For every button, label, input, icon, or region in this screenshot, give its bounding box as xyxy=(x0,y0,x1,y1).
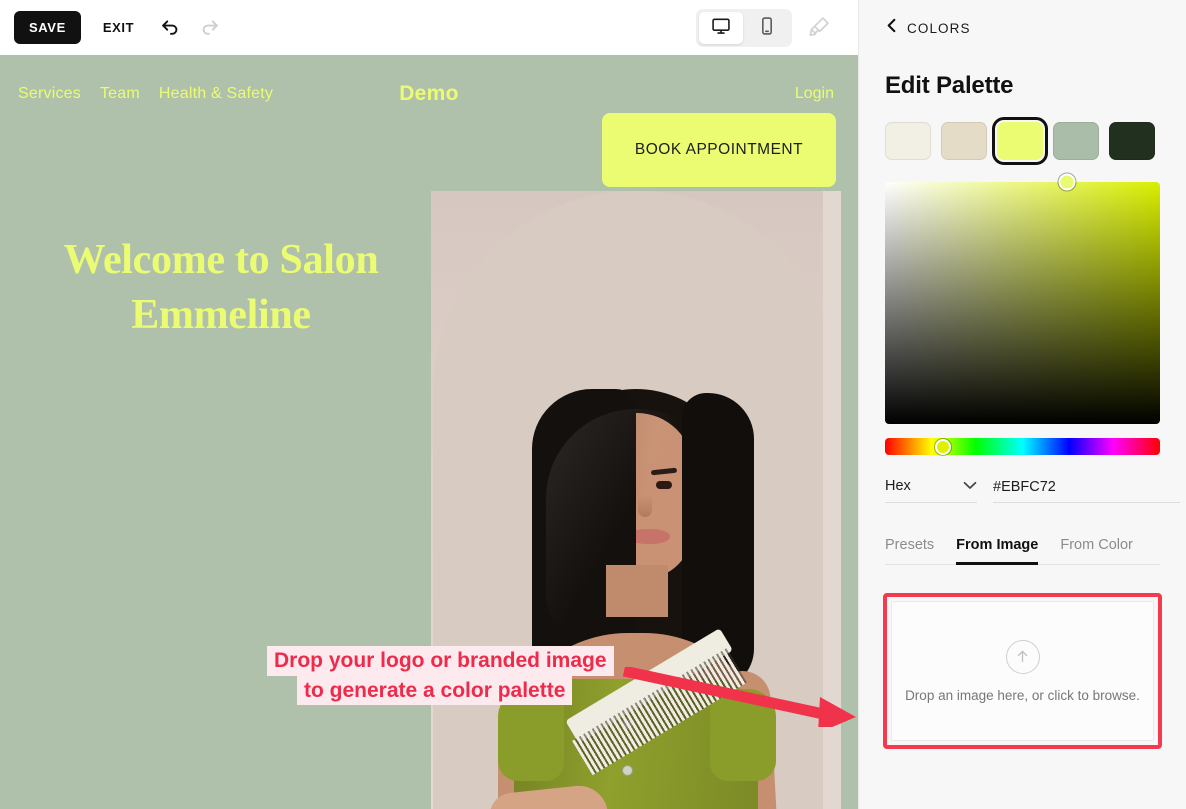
book-appointment-button[interactable]: BOOK APPOINTMENT xyxy=(602,113,836,187)
swatch-yellow-green[interactable] xyxy=(992,117,1048,165)
mobile-view-button[interactable] xyxy=(745,12,789,44)
dropzone-highlight: Drop an image here, or click to browse. xyxy=(883,593,1162,749)
nav-link-services[interactable]: Services xyxy=(18,85,81,103)
tab-from-color[interactable]: From Color xyxy=(1060,537,1133,564)
editor-toolbar: SAVE EXIT xyxy=(0,0,858,55)
tab-from-image[interactable]: From Image xyxy=(956,537,1039,565)
panel-back-label: COLORS xyxy=(907,20,971,36)
site-nav-right: Login xyxy=(795,85,840,103)
color-format-select[interactable]: Hex xyxy=(885,477,977,503)
red-arrow-icon xyxy=(622,667,856,727)
upload-arrow-icon xyxy=(1005,639,1040,674)
hue-slider-handle[interactable] xyxy=(934,438,951,455)
color-format-label: Hex xyxy=(885,478,911,494)
model-figure xyxy=(448,389,786,809)
exit-button[interactable]: EXIT xyxy=(89,11,148,44)
site-preview: Services Team Health & Safety Demo Login… xyxy=(0,55,858,809)
undo-arrow-icon xyxy=(159,15,181,40)
redo-arrow-icon xyxy=(199,15,221,40)
sv-picker-handle[interactable] xyxy=(1058,173,1075,191)
tab-presets[interactable]: Presets xyxy=(885,537,934,564)
chevron-left-icon xyxy=(885,18,898,38)
annotation-callout: Drop your logo or branded image to gener… xyxy=(267,646,614,706)
panel-back-button[interactable]: COLORS xyxy=(859,0,1186,38)
desktop-monitor-icon xyxy=(711,16,731,39)
hex-value-input[interactable] xyxy=(993,479,1180,503)
login-link[interactable]: Login xyxy=(795,85,834,103)
device-toggle-group xyxy=(696,8,792,47)
annotation-line-2: to generate a color palette xyxy=(297,675,573,706)
save-button[interactable]: SAVE xyxy=(14,11,81,44)
desktop-view-button[interactable] xyxy=(699,11,743,44)
app-root: SAVE EXIT Services Team Health & Safety … xyxy=(0,0,1186,809)
colors-panel: COLORS Edit Palette Hex #EBFC72 Presets … xyxy=(858,0,1186,809)
swatch-cream[interactable] xyxy=(885,122,931,160)
palette-source-tabs: Presets From Image From Color xyxy=(885,537,1160,565)
site-nav-links: Services Team Health & Safety xyxy=(18,85,273,103)
color-format-row: Hex xyxy=(859,455,1186,503)
swatch-dark-green[interactable] xyxy=(1109,122,1155,160)
swatch-sage[interactable] xyxy=(1053,122,1099,160)
toolbar-right-group xyxy=(696,8,844,47)
editor-area: SAVE EXIT Services Team Health & Safety … xyxy=(0,0,858,809)
dropzone-label: Drop an image here, or click to browse. xyxy=(905,687,1140,703)
panel-title: Edit Palette xyxy=(885,72,1014,99)
nav-link-team[interactable]: Team xyxy=(100,85,140,103)
hero-heading: Welcome to Salon Emmeline xyxy=(63,237,379,339)
dress-button xyxy=(622,765,633,776)
redo-button[interactable] xyxy=(192,10,228,46)
paintbrush-button[interactable] xyxy=(800,9,838,47)
image-dropzone[interactable]: Drop an image here, or click to browse. xyxy=(891,601,1154,741)
neck xyxy=(606,565,668,617)
swatch-beige[interactable] xyxy=(941,122,987,160)
palette-swatch-row xyxy=(859,100,1186,165)
hue-slider[interactable] xyxy=(885,438,1160,455)
saturation-value-picker[interactable] xyxy=(885,173,1160,424)
mobile-phone-icon xyxy=(757,16,777,39)
undo-button[interactable] xyxy=(152,10,188,46)
chevron-down-icon xyxy=(963,477,977,495)
annotation-line-1: Drop your logo or branded image xyxy=(267,646,614,676)
paintbrush-icon xyxy=(808,15,831,41)
nav-link-health-safety[interactable]: Health & Safety xyxy=(159,85,273,103)
